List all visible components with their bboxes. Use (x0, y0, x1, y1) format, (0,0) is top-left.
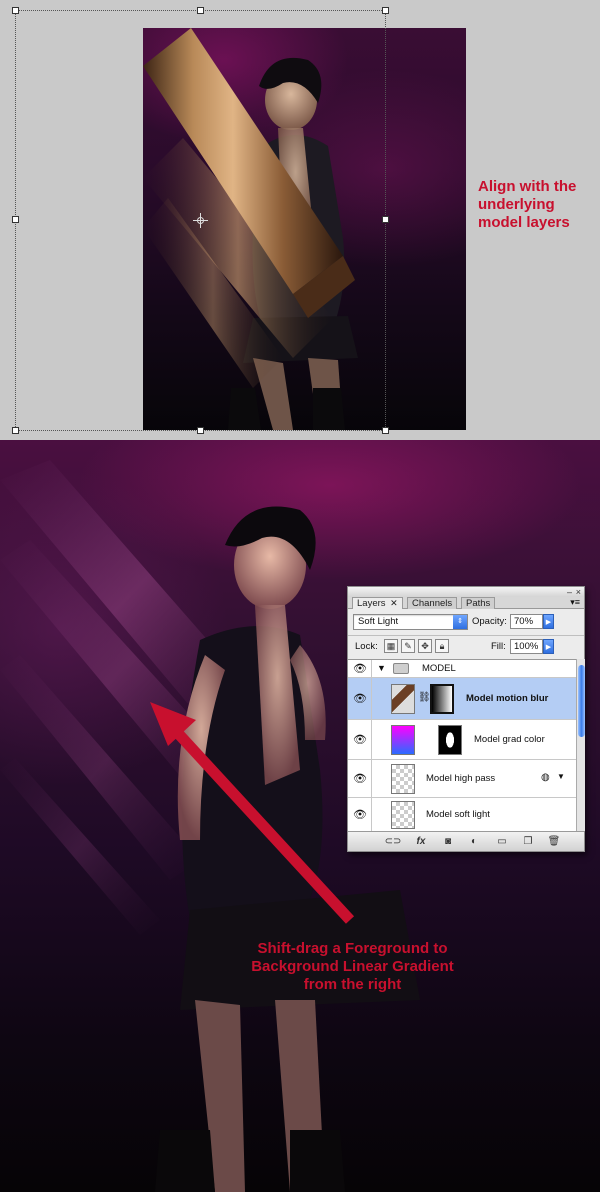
transform-handle-bottom-center[interactable] (197, 427, 204, 434)
folder-icon (393, 663, 409, 674)
add-mask-icon[interactable]: ◙ (440, 835, 456, 848)
visibility-toggle[interactable]: 👁︎ (348, 760, 372, 797)
collapse-palette-button[interactable]: – (567, 587, 572, 597)
lock-row: Lock: ▦ ✎ ✥ 🔒︎ Fill: 100% ▶ (348, 635, 584, 657)
adjustment-layer-icon[interactable]: ◐ (466, 835, 482, 848)
layer-name: Model high pass (426, 773, 496, 784)
layers-scrollbar[interactable] (576, 659, 585, 831)
fill-slider-arrow-icon[interactable]: ▶ (543, 639, 554, 654)
opacity-label: Opacity: (472, 616, 507, 627)
layer-row[interactable]: 👁︎ ⛓︎ Model motion blur (348, 678, 576, 720)
lock-label: Lock: (355, 641, 378, 652)
tab-paths-label: Paths (466, 598, 491, 609)
eye-icon: 👁︎ (353, 693, 367, 705)
opacity-field[interactable]: 70% (510, 614, 543, 629)
new-layer-icon[interactable]: ❐ (520, 835, 536, 848)
top-canvas-panel: Align with the underlying model layers (0, 0, 600, 440)
smart-filter-icon[interactable]: ◍ (541, 772, 550, 783)
layer-name: Model motion blur (466, 693, 549, 704)
palette-menu-icon[interactable]: ▾≡ (570, 597, 580, 608)
layers-list: 👁︎ ▼ MODEL 👁︎ ⛓︎ Model motion blur 👁︎ Mo… (348, 659, 576, 832)
fill-label: Fill: (491, 641, 506, 652)
lock-all-icon[interactable]: 🔒︎ (435, 639, 449, 653)
fx-icon[interactable]: fx (412, 835, 430, 848)
transform-handle-top-right[interactable] (382, 7, 389, 14)
trash-icon[interactable]: 🗑︎ (546, 835, 562, 848)
layer-thumbnail (391, 764, 415, 794)
tab-layers[interactable]: Layers ✕ (352, 597, 403, 609)
transform-handle-bottom-right[interactable] (382, 427, 389, 434)
bottom-canvas-panel: Shift-drag a Foreground to Background Li… (0, 440, 600, 1192)
layers-palette: – × Layers ✕ Channels Paths ▾≡ Soft Ligh… (347, 586, 585, 852)
layer-thumbnail (391, 684, 415, 714)
eye-icon: 👁︎ (353, 773, 367, 785)
disclosure-triangle-icon[interactable]: ▼ (377, 663, 386, 673)
transform-handle-top-left[interactable] (12, 7, 19, 14)
group-name: MODEL (422, 663, 456, 674)
transform-handle-middle-right[interactable] (382, 216, 389, 223)
blend-options-row: Soft Light ⇕ Opacity: 70% ▶ (348, 612, 584, 634)
eye-icon: 👁︎ (353, 809, 367, 821)
layer-group-model[interactable]: 👁︎ ▼ MODEL (348, 660, 576, 678)
visibility-toggle[interactable]: 👁︎ (348, 660, 372, 677)
eye-icon: 👁︎ (353, 663, 367, 675)
opacity-slider-arrow-icon[interactable]: ▶ (543, 614, 554, 629)
tab-paths[interactable]: Paths (461, 597, 496, 609)
layer-thumbnail (391, 725, 415, 755)
palette-titlebar[interactable]: – × (348, 587, 584, 597)
tab-layers-label: Layers (357, 598, 386, 609)
layer-row[interactable]: 👁︎ Model grad color (348, 720, 576, 760)
layer-mask-thumbnail[interactable] (430, 684, 454, 714)
link-layers-icon[interactable]: ⊂⊃ (384, 835, 402, 848)
opacity-value: 70% (514, 616, 534, 627)
layer-name: Model soft light (426, 809, 490, 820)
layer-thumbnail (391, 801, 415, 829)
reference-point-crosshair-icon[interactable] (193, 213, 208, 228)
layer-row[interactable]: 👁︎ Model soft light (348, 798, 576, 832)
palette-tab-bar: Layers ✕ Channels Paths ▾≡ (348, 597, 584, 609)
visibility-toggle[interactable]: 👁︎ (348, 798, 372, 831)
bottom-caption: Shift-drag a Foreground to Background Li… (251, 940, 454, 993)
palette-bottom-toolbar: ⊂⊃ fx ◙ ◐ ▭ ❐ 🗑︎ (348, 831, 584, 851)
layer-mask-thumbnail[interactable] (438, 725, 462, 755)
top-caption: Align with the underlying model layers (478, 178, 577, 231)
blend-mode-value: Soft Light (358, 616, 399, 627)
visibility-toggle[interactable]: 👁︎ (348, 720, 372, 759)
blend-mode-select[interactable]: Soft Light ⇕ (353, 614, 468, 630)
tab-close-icon[interactable]: ✕ (390, 598, 398, 608)
new-group-folder-icon[interactable]: ▭ (494, 835, 510, 848)
scrollbar-thumb[interactable] (578, 665, 585, 737)
visibility-toggle[interactable]: 👁︎ (348, 678, 372, 719)
transform-handle-middle-left[interactable] (12, 216, 19, 223)
transform-handle-bottom-left[interactable] (12, 427, 19, 434)
chain-link-icon[interactable]: ⛓︎ (418, 692, 431, 703)
transform-handle-top-center[interactable] (197, 7, 204, 14)
lock-transparency-icon[interactable]: ▦ (384, 639, 398, 653)
eye-icon: 👁︎ (353, 734, 367, 746)
tab-channels[interactable]: Channels (407, 597, 458, 609)
expand-effects-icon[interactable]: ▼ (557, 772, 565, 781)
layer-row[interactable]: 👁︎ Model high pass ◍ ▼ (348, 760, 576, 798)
layer-name: Model grad color (474, 734, 545, 745)
fill-field[interactable]: 100% (510, 639, 543, 654)
fill-value: 100% (514, 641, 539, 652)
tab-channels-label: Channels (412, 598, 453, 609)
lock-position-icon[interactable]: ✥ (418, 639, 432, 653)
lock-image-pixels-icon[interactable]: ✎ (401, 639, 415, 653)
select-arrows-icon: ⇕ (453, 615, 467, 629)
close-palette-button[interactable]: × (576, 587, 581, 597)
